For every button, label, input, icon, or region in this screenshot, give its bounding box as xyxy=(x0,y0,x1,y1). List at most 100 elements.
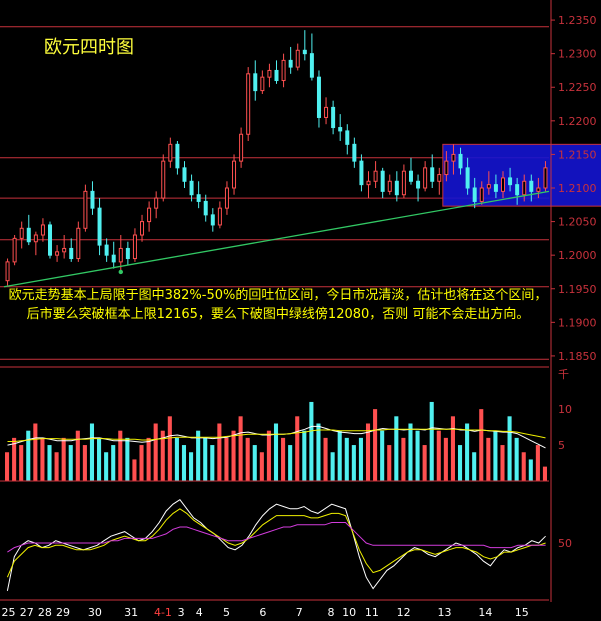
volume-bar xyxy=(245,437,250,481)
candle-body xyxy=(5,261,10,282)
volume-bar xyxy=(351,445,356,481)
volume-bar xyxy=(415,430,420,481)
candle-body xyxy=(338,127,343,132)
candle-body xyxy=(309,53,314,78)
candle-body xyxy=(40,224,45,236)
date-tick-label: 25 xyxy=(2,606,16,619)
candle-body xyxy=(529,180,534,192)
volume-bar xyxy=(507,416,512,481)
price-tick-label: 1.2100 xyxy=(558,182,597,195)
volume-bar xyxy=(153,423,158,481)
candle-body xyxy=(83,190,88,229)
date-tick-label: 29 xyxy=(56,606,70,619)
candle-body xyxy=(387,180,392,192)
candle-body xyxy=(288,59,293,68)
price-tick-label: 1.2000 xyxy=(558,249,597,262)
price-tick-label: 1.1900 xyxy=(558,316,597,329)
candle-body xyxy=(55,251,60,256)
volume-bar xyxy=(146,437,151,481)
volume-bar xyxy=(288,445,293,481)
chart-title: 欧元四时图 xyxy=(44,37,134,58)
volume-bar xyxy=(139,445,144,481)
date-tick-label: 11 xyxy=(365,606,379,619)
date-tick-label: 6 xyxy=(259,606,266,619)
candle-body xyxy=(217,207,222,226)
candle-body xyxy=(458,153,463,169)
candle-body xyxy=(373,170,378,182)
volume-bar xyxy=(203,437,208,481)
volume-bar xyxy=(309,401,314,481)
candle-body xyxy=(69,247,74,260)
analysis-commentary: 欧元走势基本上局限于图中382%-50%的回吐位区间，今日市况清淡，估计也将在这… xyxy=(8,288,548,322)
volume-bar xyxy=(323,437,328,481)
candle-body xyxy=(508,177,513,186)
candle-body xyxy=(380,170,385,192)
date-tick-label: 14 xyxy=(478,606,492,619)
date-tick-label: 4 xyxy=(196,606,203,619)
volume-bar xyxy=(535,445,540,481)
volume-bar xyxy=(514,437,519,481)
candle-body xyxy=(423,167,428,189)
candle-body xyxy=(203,200,208,216)
candle-body xyxy=(401,170,406,196)
date-tick-label: 31 xyxy=(124,606,138,619)
price-tick-label: 1.2050 xyxy=(558,216,597,229)
candle-body xyxy=(366,180,371,186)
volume-bar xyxy=(330,452,335,481)
volume-bar xyxy=(118,430,123,481)
candle-body xyxy=(493,184,498,192)
volume-bar xyxy=(295,416,300,481)
volume-bar xyxy=(125,437,130,481)
candle-body xyxy=(19,227,24,239)
volume-bar xyxy=(266,430,271,481)
volume-bar xyxy=(337,430,342,481)
date-tick-label: 15 xyxy=(515,606,529,619)
date-tick-label: 3 xyxy=(178,606,185,619)
volume-bar xyxy=(394,416,399,481)
volume-tick-label: 10 xyxy=(558,403,572,416)
volume-bar xyxy=(316,423,321,481)
candle-body xyxy=(345,130,350,145)
candle-body xyxy=(132,234,137,260)
candle-body xyxy=(62,247,67,253)
candle-body xyxy=(451,153,456,162)
volume-bar xyxy=(373,409,378,481)
candle-body xyxy=(331,106,336,129)
trendline-touch-point xyxy=(118,269,123,275)
volume-tick-label: 千 xyxy=(558,368,569,381)
candle-body xyxy=(104,244,109,256)
candle-body xyxy=(416,180,421,189)
volume-bar xyxy=(75,430,80,481)
volume-bar xyxy=(408,423,413,481)
volume-bar xyxy=(40,437,45,481)
volume-bar xyxy=(443,437,448,481)
candle-body xyxy=(239,133,244,162)
volume-bar xyxy=(422,445,427,481)
volume-bar xyxy=(259,452,264,481)
price-tick-label: 1.2300 xyxy=(558,48,597,61)
candle-body xyxy=(486,184,491,189)
volume-bar xyxy=(104,452,109,481)
volume-bar xyxy=(302,430,307,481)
volume-bar xyxy=(68,445,73,481)
candle-body xyxy=(161,160,166,199)
volume-bar xyxy=(472,452,477,481)
volume-bar xyxy=(380,430,385,481)
candle-body xyxy=(26,227,31,243)
candle-body xyxy=(536,187,541,192)
volume-bar xyxy=(82,445,87,481)
candle-body xyxy=(394,180,399,196)
volume-bar xyxy=(486,437,491,481)
volume-bar xyxy=(358,437,363,481)
candle-body xyxy=(260,76,265,92)
candle-body xyxy=(154,197,159,209)
candle-body xyxy=(224,187,229,209)
volume-bar xyxy=(344,437,349,481)
volume-bar xyxy=(273,423,279,481)
candle-body xyxy=(479,187,484,202)
candle-body xyxy=(543,167,548,189)
candle-body xyxy=(352,143,357,162)
candle-body xyxy=(33,234,38,243)
candle-body xyxy=(189,180,194,196)
date-tick-label: 4-1 xyxy=(154,606,172,619)
